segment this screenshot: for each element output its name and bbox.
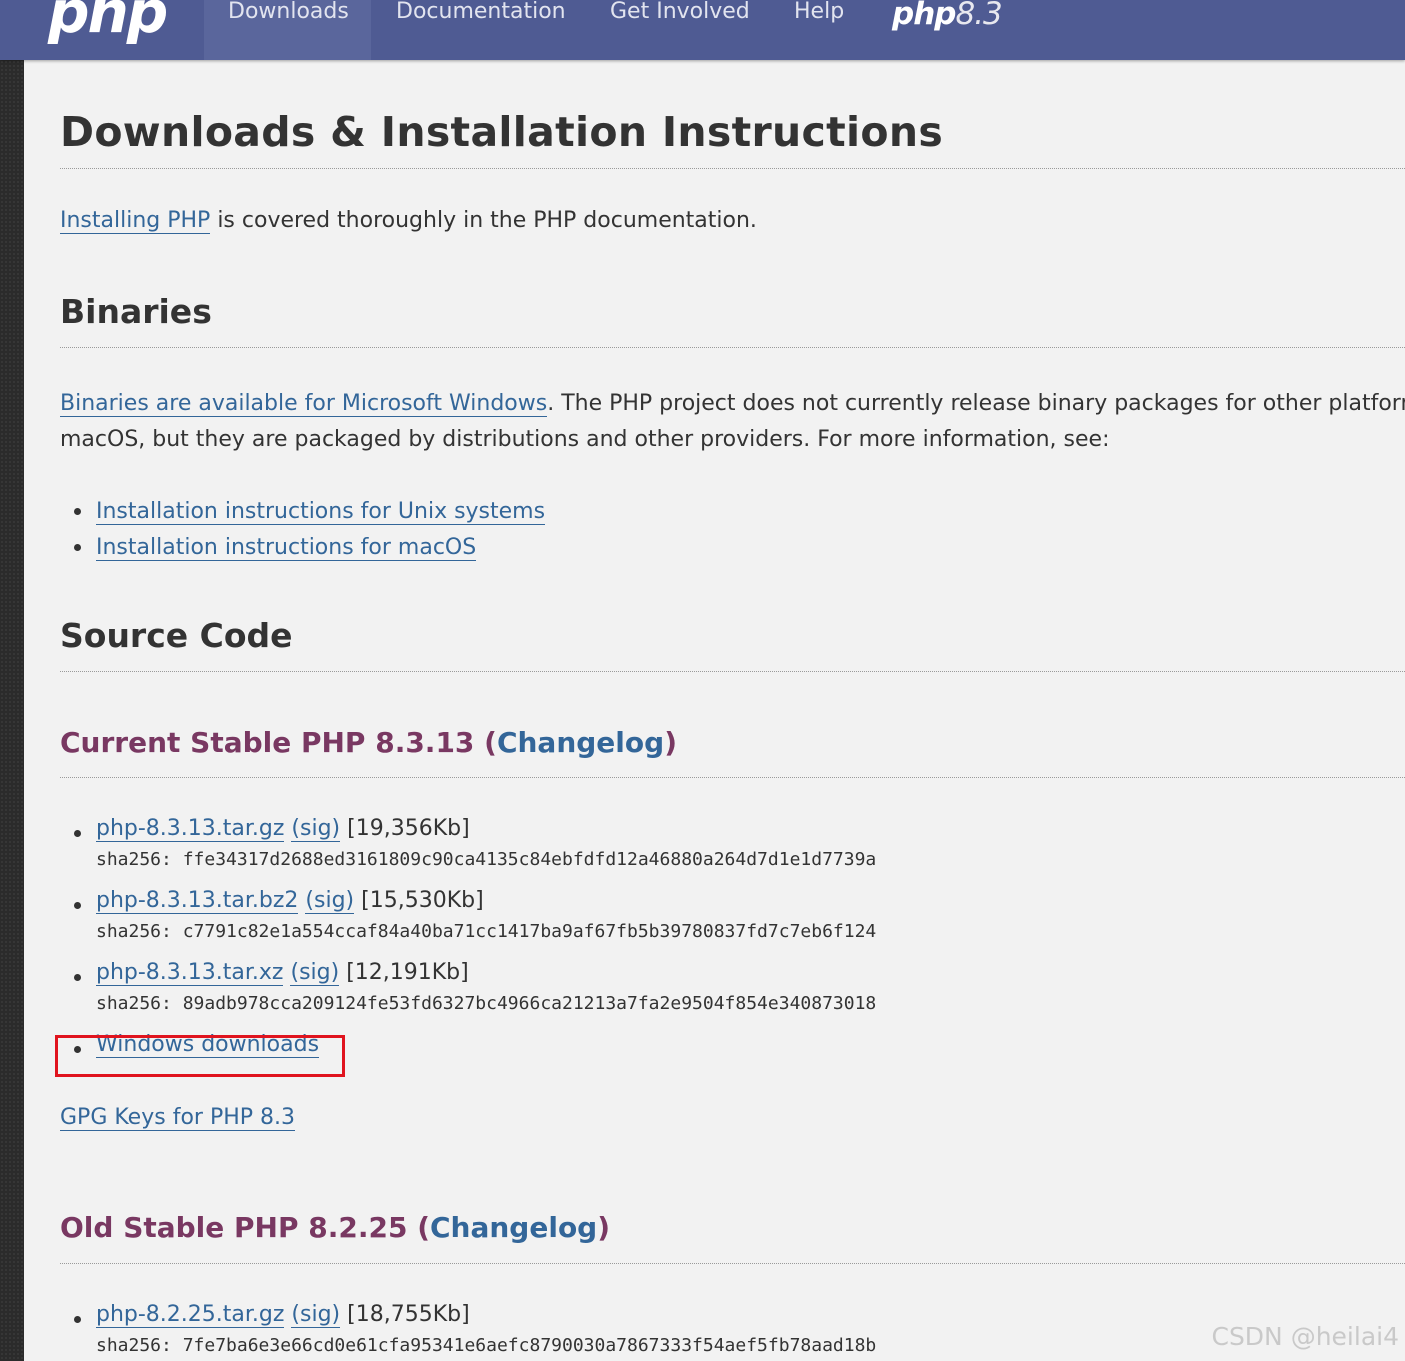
current-changelog-link[interactable]: Changelog (497, 726, 664, 759)
sha256-hash: sha256: c7791c82e1a554ccaf84a40ba71cc141… (96, 921, 877, 942)
badge-php: php (892, 0, 956, 32)
php-version-badge[interactable]: php8.3 (892, 0, 1003, 32)
sha256-hash: sha256: 7fe7ba6e3e66cd0e61cfa95341e6aefc… (96, 1335, 877, 1356)
current-stable-heading: Current Stable PHP 8.3.13 (Changelog) (60, 726, 677, 759)
nav-help[interactable]: Help (770, 0, 868, 60)
binaries-links-list: Installation instructions for Unix syste… (60, 494, 546, 566)
sha256-hash: sha256: 89adb978cca209124fe53fd6327bc496… (96, 993, 877, 1014)
current-files-list: php-8.3.13.tar.gz (sig) [19,356Kb] sha25… (60, 816, 876, 1058)
binaries-divider (60, 347, 1405, 348)
file-download-link[interactable]: php-8.3.13.tar.xz (96, 960, 284, 986)
title-divider (60, 168, 1405, 169)
source-divider (60, 671, 1405, 672)
file-download-link[interactable]: php-8.2.25.tar.gz (96, 1302, 285, 1328)
binaries-text-1: . The PHP project does not currently rel… (547, 391, 1405, 416)
sig-link[interactable]: (sig) (291, 1302, 341, 1328)
list-item: php-8.3.13.tar.bz2 (sig) [15,530Kb] sha2… (60, 888, 876, 960)
current-stable-label: Current Stable PHP 8.3.13 ( (60, 726, 497, 759)
top-navigation: php Downloads Documentation Get Involved… (0, 0, 1405, 60)
badge-version: 8.3 (955, 0, 1002, 32)
old-stable-heading: Old Stable PHP 8.2.25 (Changelog) (60, 1211, 610, 1244)
page-title: Downloads & Installation Instructions (60, 108, 944, 156)
list-item: Installation instructions for macOS (60, 530, 545, 566)
left-sidebar-strip (0, 0, 24, 1361)
list-item: php-8.2.25.tar.gz (sig) [18,755Kb] sha25… (60, 1302, 876, 1356)
unix-install-link[interactable]: Installation instructions for Unix syste… (96, 499, 546, 525)
php-logo[interactable]: php (48, 0, 168, 46)
nav-downloads[interactable]: Downloads (204, 0, 371, 60)
sig-link[interactable]: (sig) (290, 960, 340, 986)
old-stable-label: Old Stable PHP 8.2.25 ( (60, 1211, 430, 1244)
intro-paragraph: Installing PHP is covered thoroughly in … (60, 208, 757, 234)
list-item: php-8.3.13.tar.xz (sig) [12,191Kb] sha25… (60, 960, 876, 1032)
current-close-paren: ) (664, 726, 677, 759)
intro-text: is covered thoroughly in the PHP documen… (210, 208, 757, 233)
old-divider (60, 1263, 1405, 1264)
gpg-keys-paragraph: GPG Keys for PHP 8.3 (60, 1105, 295, 1131)
binaries-paragraph: Binaries are available for Microsoft Win… (60, 386, 1405, 458)
file-size: [15,530Kb] (354, 888, 484, 913)
list-item: Installation instructions for Unix syste… (60, 494, 546, 530)
nav-get-involved[interactable]: Get Involved (586, 0, 774, 60)
binaries-text-2: macOS, but they are packaged by distribu… (60, 427, 1110, 452)
sig-link[interactable]: (sig) (305, 888, 355, 914)
file-download-link[interactable]: php-8.3.13.tar.gz (96, 816, 285, 842)
old-close-paren: ) (597, 1211, 611, 1244)
gpg-keys-link[interactable]: GPG Keys for PHP 8.3 (60, 1105, 295, 1131)
windows-binaries-link[interactable]: Binaries are available for Microsoft Win… (60, 391, 548, 417)
source-code-heading: Source Code (60, 616, 293, 655)
nav-documentation[interactable]: Documentation (372, 0, 590, 60)
list-item: php-8.3.13.tar.gz (sig) [19,356Kb] sha25… (60, 816, 876, 888)
macos-install-link[interactable]: Installation instructions for macOS (96, 535, 477, 561)
sig-link[interactable]: (sig) (291, 816, 341, 842)
current-divider (60, 777, 1405, 778)
red-highlight-box (55, 1035, 345, 1077)
binaries-heading: Binaries (60, 292, 212, 331)
file-size: [12,191Kb] (339, 960, 469, 985)
file-size: [19,356Kb] (340, 816, 470, 841)
csdn-watermark: CSDN @heilai4 (1211, 1322, 1399, 1351)
old-files-list: php-8.2.25.tar.gz (sig) [18,755Kb] sha25… (60, 1302, 876, 1356)
sha256-hash: sha256: ffe34317d2688ed3161809c90ca4135c… (96, 849, 877, 870)
old-changelog-link[interactable]: Changelog (430, 1211, 597, 1244)
file-download-link[interactable]: php-8.3.13.tar.bz2 (96, 888, 299, 914)
installing-php-link[interactable]: Installing PHP (60, 208, 211, 234)
file-size: [18,755Kb] (340, 1302, 470, 1327)
